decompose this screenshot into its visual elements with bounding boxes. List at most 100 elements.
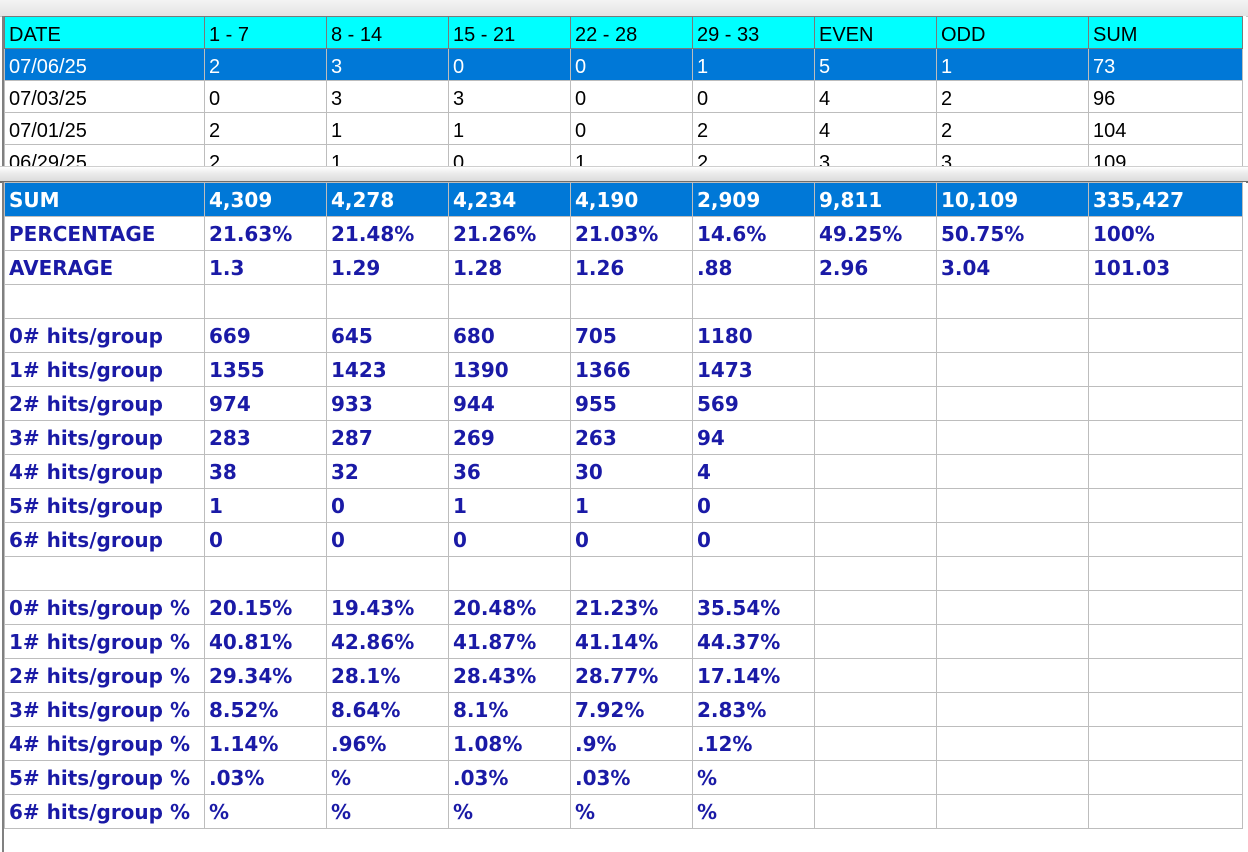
stats-value-cell[interactable]: 1390 (448, 352, 571, 387)
draw-value-cell[interactable]: 2 (692, 144, 815, 166)
stats-value-cell[interactable]: .9% (570, 726, 693, 761)
stats-value-cell[interactable]: 21.03% (570, 216, 693, 251)
stats-value-cell[interactable]: 569 (692, 386, 815, 421)
stats-value-cell[interactable]: 36 (448, 454, 571, 489)
stats-value-cell[interactable] (1088, 522, 1243, 557)
stats-label-cell[interactable] (4, 556, 205, 591)
stats-value-cell[interactable]: 9,811 (814, 182, 937, 217)
stats-label-cell[interactable]: 2# hits/group % (4, 658, 205, 693)
draw-value-cell[interactable]: 1 (692, 48, 815, 81)
stats-row[interactable]: 2# hits/group 974 933 944 955 569 (4, 386, 1243, 421)
stats-value-cell[interactable]: 283 (204, 420, 327, 455)
draw-row[interactable]: 07/06/25 2 3 0 0 1 5 1 73 (4, 48, 1243, 81)
stats-value-cell[interactable] (936, 760, 1089, 795)
draw-value-cell[interactable]: 3 (448, 80, 571, 113)
stats-value-cell[interactable] (1088, 284, 1243, 319)
stats-value-cell[interactable]: % (326, 794, 449, 829)
stats-label-cell[interactable]: 6# hits/group (4, 522, 205, 557)
stats-row[interactable]: 4# hits/group 38 32 36 30 4 (4, 454, 1243, 489)
stats-value-cell[interactable] (326, 284, 449, 319)
pane-splitter[interactable] (0, 166, 1248, 183)
draw-value-cell[interactable]: 1 (448, 112, 571, 145)
stats-value-cell[interactable] (936, 726, 1089, 761)
stats-value-cell[interactable] (814, 352, 937, 387)
column-header[interactable]: DATE (4, 16, 205, 49)
column-header[interactable]: 29 - 33 (692, 16, 815, 49)
stats-value-cell[interactable]: 7.92% (570, 692, 693, 727)
stats-row[interactable]: SUM 4,309 4,278 4,234 4,190 2,909 9,811 10,109 3… (4, 182, 1243, 217)
stats-value-cell[interactable] (814, 454, 937, 489)
stats-row[interactable]: 0# hits/group % 20.15% 19.43% 20.48% 21.23% 3… (4, 590, 1243, 625)
draw-value-cell[interactable]: 0 (570, 48, 693, 81)
stats-value-cell[interactable]: 4,190 (570, 182, 693, 217)
stats-value-cell[interactable]: 1180 (692, 318, 815, 353)
stats-value-cell[interactable]: .03% (448, 760, 571, 795)
column-header[interactable]: EVEN (814, 16, 937, 49)
stats-value-cell[interactable]: 0 (448, 522, 571, 557)
draw-value-cell[interactable]: 1 (570, 144, 693, 166)
stats-value-cell[interactable] (814, 522, 937, 557)
draw-date-cell[interactable]: 07/01/25 (4, 112, 205, 145)
stats-value-cell[interactable]: 30 (570, 454, 693, 489)
stats-value-cell[interactable]: 944 (448, 386, 571, 421)
stats-value-cell[interactable]: 2.83% (692, 692, 815, 727)
stats-label-cell[interactable]: PERCENTAGE (4, 216, 205, 251)
stats-value-cell[interactable]: 269 (448, 420, 571, 455)
draw-value-cell[interactable]: 73 (1088, 48, 1243, 81)
draw-value-cell[interactable]: 5 (814, 48, 937, 81)
stats-value-cell[interactable] (936, 420, 1089, 455)
stats-value-cell[interactable]: 28.1% (326, 658, 449, 693)
stats-value-cell[interactable]: 41.14% (570, 624, 693, 659)
draw-value-cell[interactable]: 0 (570, 80, 693, 113)
stats-value-cell[interactable] (936, 522, 1089, 557)
stats-value-cell[interactable] (936, 794, 1089, 829)
draw-value-cell[interactable]: 109 (1088, 144, 1243, 166)
stats-label-cell[interactable]: 4# hits/group % (4, 726, 205, 761)
stats-value-cell[interactable]: .12% (692, 726, 815, 761)
stats-value-cell[interactable] (326, 556, 449, 591)
draw-value-cell[interactable]: 3 (814, 144, 937, 166)
stats-value-cell[interactable] (814, 760, 937, 795)
stats-value-cell[interactable] (936, 352, 1089, 387)
draw-history-pane[interactable]: DATE 1 - 78 - 14 15 - 21 22 - 28 29 - 33 EVEN… (2, 16, 1246, 166)
stats-value-cell[interactable]: 8.1% (448, 692, 571, 727)
stats-value-cell[interactable] (1088, 454, 1243, 489)
draw-value-cell[interactable]: 0 (570, 112, 693, 145)
stats-value-cell[interactable]: 8.52% (204, 692, 327, 727)
stats-value-cell[interactable]: 19.43% (326, 590, 449, 625)
stats-value-cell[interactable]: 4,278 (326, 182, 449, 217)
stats-value-cell[interactable]: 1366 (570, 352, 693, 387)
draw-value-cell[interactable]: 0 (448, 48, 571, 81)
draw-value-cell[interactable]: 2 (936, 80, 1089, 113)
stats-value-cell[interactable]: 21.26% (448, 216, 571, 251)
statistics-pane[interactable]: SUM 4,309 4,278 4,234 4,190 2,909 9,811 10,109 3… (2, 182, 1246, 852)
stats-value-cell[interactable]: 1423 (326, 352, 449, 387)
stats-value-cell[interactable] (814, 488, 937, 523)
stats-value-cell[interactable]: 335,427 (1088, 182, 1243, 217)
stats-value-cell[interactable] (936, 658, 1089, 693)
stats-label-cell[interactable]: 0# hits/group % (4, 590, 205, 625)
stats-value-cell[interactable] (936, 488, 1089, 523)
draw-value-cell[interactable]: 1 (326, 112, 449, 145)
stats-value-cell[interactable]: 1 (448, 488, 571, 523)
stats-value-cell[interactable] (814, 420, 937, 455)
stats-value-cell[interactable]: 100% (1088, 216, 1243, 251)
stats-value-cell[interactable] (1088, 590, 1243, 625)
draw-value-cell[interactable]: 3 (326, 80, 449, 113)
draw-value-cell[interactable]: 3 (326, 48, 449, 81)
stats-value-cell[interactable]: 32 (326, 454, 449, 489)
stats-value-cell[interactable]: 2,909 (692, 182, 815, 217)
stats-label-cell[interactable]: 3# hits/group (4, 420, 205, 455)
stats-value-cell[interactable] (936, 624, 1089, 659)
stats-value-cell[interactable] (1088, 318, 1243, 353)
stats-value-cell[interactable]: 1.26 (570, 250, 693, 285)
stats-label-cell[interactable]: 0# hits/group (4, 318, 205, 353)
stats-value-cell[interactable]: 1473 (692, 352, 815, 387)
stats-value-cell[interactable]: 0 (570, 522, 693, 557)
stats-value-cell[interactable]: 4,234 (448, 182, 571, 217)
draw-row[interactable]: 07/01/25 2 1 1 0 2 4 2 104 (4, 112, 1243, 145)
draw-value-cell[interactable]: 1 (326, 144, 449, 166)
draw-date-cell[interactable]: 07/06/25 (4, 48, 205, 81)
stats-value-cell[interactable] (1088, 658, 1243, 693)
stats-value-cell[interactable]: 1.3 (204, 250, 327, 285)
